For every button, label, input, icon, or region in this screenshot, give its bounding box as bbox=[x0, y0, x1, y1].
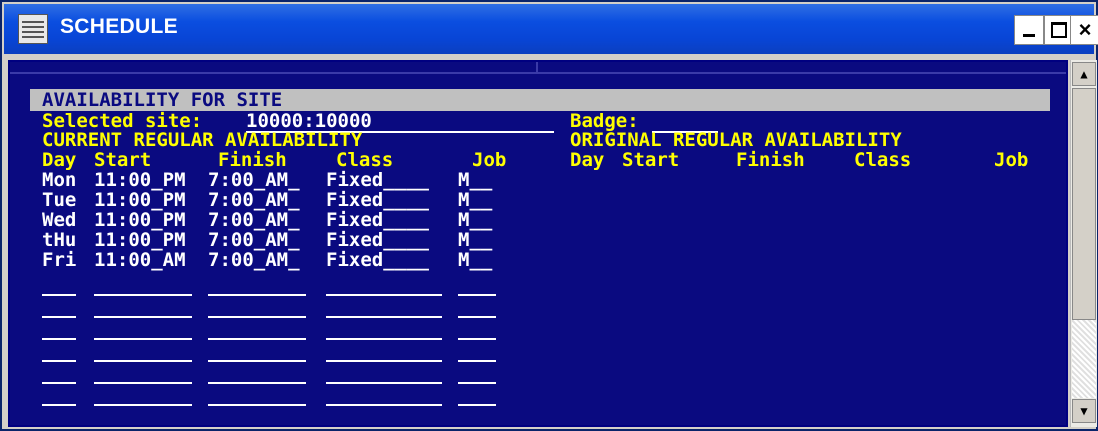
empty-class-field[interactable] bbox=[326, 338, 442, 340]
row-class[interactable]: Fixed____ bbox=[326, 210, 429, 230]
empty-finish-field[interactable] bbox=[208, 404, 306, 406]
row-class[interactable]: Fixed____ bbox=[326, 230, 429, 250]
window-title: SCHEDULE bbox=[60, 15, 178, 38]
heading-bar: AVAILABILITY FOR SITE bbox=[30, 89, 1050, 111]
row-class[interactable]: Fixed____ bbox=[326, 170, 429, 190]
empty-start-field[interactable] bbox=[94, 382, 192, 384]
row-finish[interactable]: 7:00_AM_ bbox=[208, 190, 300, 210]
scroll-thumb[interactable] bbox=[1072, 88, 1096, 320]
empty-class-field[interactable] bbox=[326, 360, 442, 362]
row-start[interactable]: 11:00_AM bbox=[94, 250, 186, 270]
empty-class-field[interactable] bbox=[326, 382, 442, 384]
empty-start-field[interactable] bbox=[94, 404, 192, 406]
row-finish[interactable]: 7:00_AM_ bbox=[208, 250, 300, 270]
empty-finish-field[interactable] bbox=[208, 338, 306, 340]
empty-finish-field[interactable] bbox=[208, 294, 306, 296]
row-finish[interactable]: 7:00_AM_ bbox=[208, 230, 300, 250]
col-class: Class bbox=[336, 149, 394, 171]
row-day[interactable]: Fri bbox=[42, 250, 76, 270]
row-class[interactable]: Fixed____ bbox=[326, 250, 429, 270]
chevron-down-icon: ▼ bbox=[1080, 404, 1088, 418]
selected-site-field[interactable]: 10000:10000 bbox=[246, 111, 372, 131]
orig-col-day: Day bbox=[570, 149, 605, 171]
empty-job-field[interactable] bbox=[458, 382, 496, 384]
row-finish[interactable]: 7:00_AM_ bbox=[208, 210, 300, 230]
empty-start-field[interactable] bbox=[94, 360, 192, 362]
row-job[interactable]: M__ bbox=[458, 250, 492, 270]
title-bar[interactable]: SCHEDULE × bbox=[4, 4, 1098, 54]
empty-job-field[interactable] bbox=[458, 360, 496, 362]
divider-tick bbox=[536, 62, 538, 72]
empty-day-field[interactable] bbox=[42, 294, 76, 296]
badge-label: Badge: bbox=[570, 110, 639, 132]
row-day[interactable]: Wed bbox=[42, 210, 76, 230]
empty-class-field[interactable] bbox=[326, 316, 442, 318]
orig-col-job: Job bbox=[994, 149, 1029, 171]
empty-day-field[interactable] bbox=[42, 338, 76, 340]
row-class[interactable]: Fixed____ bbox=[326, 190, 429, 210]
empty-job-field[interactable] bbox=[458, 404, 496, 406]
scroll-up-button[interactable]: ▲ bbox=[1072, 62, 1096, 86]
original-section-title: ORIGINAL REGULAR AVAILABILITY bbox=[570, 129, 902, 151]
row-job[interactable]: M__ bbox=[458, 230, 492, 250]
empty-class-field[interactable] bbox=[326, 404, 442, 406]
empty-job-field[interactable] bbox=[458, 338, 496, 340]
maximize-icon bbox=[1051, 22, 1067, 38]
col-start: Start bbox=[94, 149, 152, 171]
chevron-up-icon: ▲ bbox=[1080, 67, 1088, 81]
empty-finish-field[interactable] bbox=[208, 382, 306, 384]
empty-day-field[interactable] bbox=[42, 360, 76, 362]
empty-day-field[interactable] bbox=[42, 316, 76, 318]
orig-col-start: Start bbox=[622, 149, 680, 171]
empty-day-field[interactable] bbox=[42, 382, 76, 384]
col-day: Day bbox=[42, 149, 77, 171]
row-job[interactable]: M__ bbox=[458, 210, 492, 230]
close-button[interactable]: × bbox=[1070, 15, 1098, 45]
schedule-window-icon[interactable] bbox=[18, 14, 48, 44]
row-start[interactable]: 11:00_PM bbox=[94, 230, 186, 250]
row-start[interactable]: 11:00_PM bbox=[94, 170, 186, 190]
empty-day-field[interactable] bbox=[42, 404, 76, 406]
selected-site-label: Selected site: bbox=[42, 110, 203, 132]
row-start[interactable]: 11:00_PM bbox=[94, 190, 186, 210]
orig-col-class: Class bbox=[854, 149, 912, 171]
empty-finish-field[interactable] bbox=[208, 360, 306, 362]
empty-start-field[interactable] bbox=[94, 338, 192, 340]
close-icon: × bbox=[1078, 17, 1092, 42]
empty-start-field[interactable] bbox=[94, 294, 192, 296]
orig-col-finish: Finish bbox=[736, 149, 805, 171]
top-divider bbox=[10, 62, 1066, 74]
scroll-track[interactable] bbox=[1072, 320, 1096, 398]
empty-finish-field[interactable] bbox=[208, 316, 306, 318]
row-job[interactable]: M__ bbox=[458, 170, 492, 190]
row-day[interactable]: Tue bbox=[42, 190, 76, 210]
empty-job-field[interactable] bbox=[458, 316, 496, 318]
minimize-button[interactable] bbox=[1014, 15, 1044, 45]
empty-start-field[interactable] bbox=[94, 316, 192, 318]
col-finish: Finish bbox=[218, 149, 287, 171]
row-job[interactable]: M__ bbox=[458, 190, 492, 210]
row-day[interactable]: Mon bbox=[42, 170, 76, 190]
current-section-title: CURRENT REGULAR AVAILABILITY bbox=[42, 129, 363, 151]
row-start[interactable]: 11:00_PM bbox=[94, 210, 186, 230]
row-finish[interactable]: 7:00_AM_ bbox=[208, 170, 300, 190]
scroll-down-button[interactable]: ▼ bbox=[1072, 399, 1096, 423]
col-job: Job bbox=[472, 149, 507, 171]
terminal-screen[interactable]: AVAILABILITY FOR SITE Selected site: 100… bbox=[8, 60, 1068, 427]
page-title: AVAILABILITY FOR SITE bbox=[42, 89, 283, 111]
schedule-window: SCHEDULE × AVAILABILITY FOR SITE Selecte… bbox=[0, 0, 1098, 431]
empty-class-field[interactable] bbox=[326, 294, 442, 296]
vertical-scrollbar[interactable]: ▲ ▼ bbox=[1070, 60, 1097, 427]
row-day[interactable]: tHu bbox=[42, 230, 76, 250]
minimize-icon bbox=[1023, 34, 1035, 37]
empty-job-field[interactable] bbox=[458, 294, 496, 296]
